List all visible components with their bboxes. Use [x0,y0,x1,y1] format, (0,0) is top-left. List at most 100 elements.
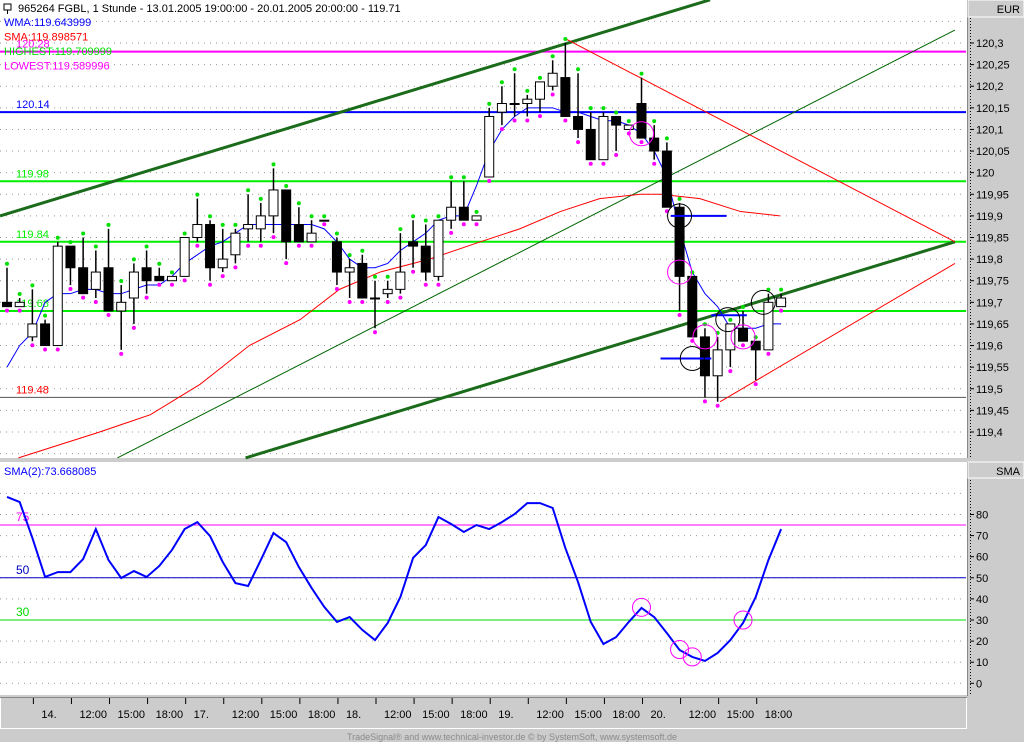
low-dot [220,274,225,279]
candle-bearish [661,150,672,208]
time-tick-label: 18:00 [612,709,640,721]
candle-bullish [763,301,774,351]
sma-axis-label: SMA [996,466,1021,478]
low-dot [68,287,73,292]
candle-bearish [738,327,749,342]
low-dot [169,282,174,287]
price-tick-label: 119,9 [976,211,1003,223]
candle-bearish [40,323,51,347]
low-dot [461,222,466,227]
low-dot [157,282,162,287]
low-dot [741,343,746,348]
candle-bullish [509,103,520,106]
low-dot [17,308,22,313]
high-dot [512,67,517,72]
time-tick-label: 15:00 [574,709,602,721]
low-dot [423,282,428,287]
high-dot [741,304,746,309]
high-dot [677,196,682,201]
low-dot [550,92,555,97]
low-dot [487,178,492,183]
high-dot [639,71,644,76]
low-dot [309,243,314,248]
candle-bearish [560,77,571,117]
high-dot [461,175,466,180]
time-tick-label: 15:00 [118,709,146,721]
high-dot [423,218,428,223]
high-dot [487,101,492,106]
candle-bullish [433,219,444,277]
low-dot [588,161,593,166]
high-dot [525,88,530,93]
price-tick-label: 120,1 [976,124,1004,136]
candle-bullish [776,297,787,308]
high-dot [309,214,314,219]
candle-bearish [649,137,660,152]
price-tick-label: 119,45 [976,405,1009,417]
high-dot [271,162,276,167]
high-dot [17,291,22,296]
candle-bearish [458,206,469,221]
candle-bullish [128,271,139,299]
candle-bullish [306,232,317,243]
candle-bearish [357,262,368,299]
price-tick-label: 119,5 [976,384,1003,396]
high-dot [43,313,48,318]
time-tick-label: 12:00 [232,709,260,721]
low-dot [474,222,479,227]
low-dot [398,295,403,300]
high-dot [537,75,542,80]
high-dot [652,119,657,124]
low-dot [246,243,251,248]
level-label: 119.48 [16,384,49,396]
price-tick-label: 120 [976,168,994,180]
price-tick-label: 119,4 [976,427,1003,439]
candle-bullish [484,115,495,178]
candle-bullish [52,245,63,347]
low-dot [131,325,136,330]
high-dot [550,54,555,59]
candle-bearish [103,267,114,312]
price-tick-label: 119,8 [976,254,1003,266]
indicator-tick-label: 80 [976,510,988,522]
candle-bearish [78,267,89,295]
high-dot [576,67,581,72]
candle-bullish [446,206,457,221]
indicator-tick-label: 10 [976,657,988,669]
candle-bearish [750,340,761,351]
low-dot [576,140,581,145]
high-dot [664,136,669,141]
time-tick-label: 18. [346,709,361,721]
time-tick-label: 18:00 [308,709,336,721]
price-tick-label: 119,65 [976,319,1009,331]
low-dot [144,295,149,300]
low-dot [30,343,35,348]
low-dot [766,351,771,356]
high-dot [601,106,606,111]
candle-bearish [65,245,76,269]
candle-bullish [217,258,228,269]
currency-label: EUR [997,4,1020,16]
low-dot [208,282,213,287]
low-dot [373,330,378,335]
candle-bearish [687,275,698,338]
candle-bearish [420,245,431,273]
low-dot [182,278,187,283]
candle-bullish [534,81,545,100]
low-dot [411,269,416,274]
candle-bullish [116,301,127,312]
candle-bearish [699,336,710,377]
high-dot [322,214,327,219]
candle-bullish [255,215,266,230]
low-dot [93,299,98,304]
candle-bullish [395,271,406,290]
candle-bearish [636,103,647,139]
high-dot [360,248,365,253]
oscillator-title: SMA(2):73.668085 [4,466,96,478]
candle-bullish [319,219,330,222]
low-dot [779,308,784,313]
high-dot [106,222,111,227]
chart-title: 965264 FGBL, 1 Stunde - 13.01.2005 19:00… [18,3,401,15]
low-dot [43,347,48,352]
low-dot [639,140,644,145]
